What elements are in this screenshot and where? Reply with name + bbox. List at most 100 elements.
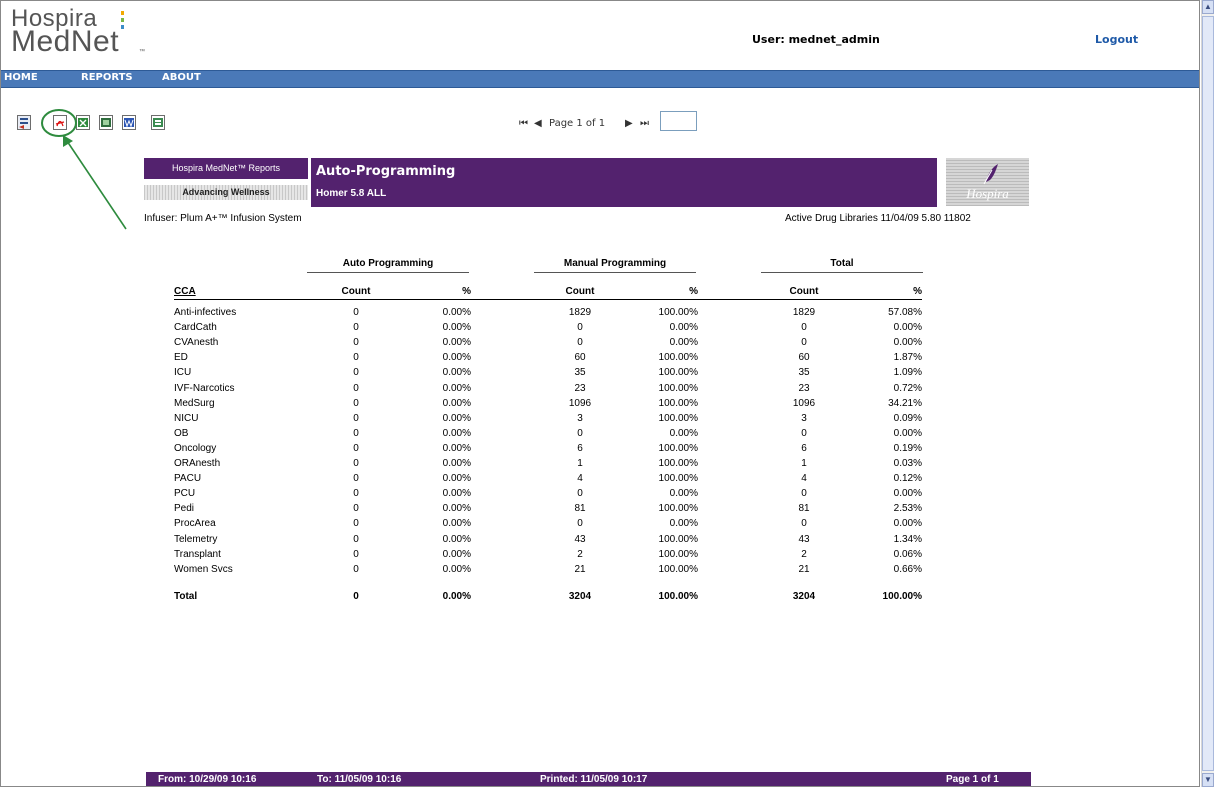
report-title: Auto-Programming xyxy=(316,164,456,179)
total-count: 0 xyxy=(801,428,807,439)
hospira-report-logo: Hospira xyxy=(946,158,1029,206)
group-divider xyxy=(307,272,469,273)
hospira-mednet-logo: Hospira MedNet ™ xyxy=(11,5,161,65)
cca-name: Telemetry xyxy=(174,534,218,545)
first-page-icon[interactable]: ⏮ xyxy=(519,118,528,129)
group-divider xyxy=(761,272,923,273)
group-header-manual: Manual Programming xyxy=(563,258,667,269)
total-count: 0 xyxy=(801,518,807,529)
manual-pct: 0.00% xyxy=(669,428,698,439)
auto-count: 0 xyxy=(353,488,359,499)
total-count: 4 xyxy=(801,473,807,484)
manual-count: 60 xyxy=(574,352,586,363)
auto-pct: 0.00% xyxy=(442,307,471,318)
manual-count: 0 xyxy=(577,428,583,439)
main-nav: HOME REPORTS ABOUT xyxy=(1,70,1199,88)
goto-page-input[interactable] xyxy=(660,111,697,131)
total-count: 6 xyxy=(801,443,807,454)
manual-count: 4 xyxy=(577,473,583,484)
report-tagline: Advancing Wellness xyxy=(144,185,308,200)
manual-count: 35 xyxy=(574,367,586,378)
logout-link[interactable]: Logout xyxy=(1095,33,1138,46)
vertical-scrollbar[interactable]: ▲ ▼ xyxy=(1201,0,1214,787)
auto-count: 0 xyxy=(353,413,359,424)
total-pct: 1.87% xyxy=(893,352,922,363)
report-subtitle: Homer 5.8 ALL xyxy=(316,188,387,199)
nav-about[interactable]: ABOUT xyxy=(162,72,201,83)
total-pct: 57.08% xyxy=(888,307,922,318)
auto-count: 0 xyxy=(353,534,359,545)
total-pct: 0.09% xyxy=(893,413,922,424)
group-divider xyxy=(534,272,696,273)
nav-home[interactable]: HOME xyxy=(4,72,38,83)
manual-count: 81 xyxy=(574,503,586,514)
report-brand-label: Hospira MedNet™ Reports xyxy=(144,158,308,179)
last-page-icon[interactable]: ⏭ xyxy=(640,118,649,129)
col-header-pct: % xyxy=(913,286,922,297)
manual-pct: 100.00% xyxy=(658,443,698,454)
cca-name: IVF-Narcotics xyxy=(174,383,235,394)
total-count: 0 xyxy=(801,337,807,348)
total-count: 0 xyxy=(801,322,807,333)
total-pct: 1.09% xyxy=(893,367,922,378)
total-count: 0 xyxy=(801,488,807,499)
prev-page-icon[interactable]: ◀ xyxy=(534,118,542,129)
excel-icon[interactable] xyxy=(76,115,90,130)
total-count: 35 xyxy=(798,367,810,378)
word-icon[interactable] xyxy=(122,115,136,130)
total-pct: 0.06% xyxy=(893,549,922,560)
scroll-up-icon[interactable]: ▲ xyxy=(1202,0,1214,14)
next-page-icon[interactable]: ▶ xyxy=(625,118,633,129)
manual-count: 23 xyxy=(574,383,586,394)
total-manual-pct: 100.00% xyxy=(658,591,698,602)
auto-pct: 0.00% xyxy=(442,383,471,394)
manual-pct: 100.00% xyxy=(658,549,698,560)
auto-pct: 0.00% xyxy=(442,428,471,439)
total-manual-count: 3204 xyxy=(568,591,592,602)
header-rule xyxy=(174,299,922,300)
auto-pct: 0.00% xyxy=(442,549,471,560)
col-header-pct: % xyxy=(689,286,698,297)
manual-pct: 100.00% xyxy=(658,352,698,363)
export-icon[interactable] xyxy=(17,115,31,130)
current-user-label: User: mednet_admin xyxy=(752,33,880,46)
auto-count: 0 xyxy=(353,352,359,363)
logo-line2: MedNet xyxy=(11,25,120,58)
manual-pct: 0.00% xyxy=(669,322,698,333)
manual-pct: 0.00% xyxy=(669,488,698,499)
auto-pct: 0.00% xyxy=(442,352,471,363)
excel-data-icon[interactable] xyxy=(99,115,113,130)
browser-viewport: Hospira MedNet ™ User: mednet_admin Logo… xyxy=(0,0,1200,787)
arrow-head-icon xyxy=(63,135,73,147)
auto-count: 0 xyxy=(353,307,359,318)
auto-pct: 0.00% xyxy=(442,322,471,333)
manual-pct: 100.00% xyxy=(658,503,698,514)
auto-pct: 0.00% xyxy=(442,473,471,484)
total-pct: 2.53% xyxy=(893,503,922,514)
rtf-icon[interactable] xyxy=(151,115,165,130)
cca-name: CardCath xyxy=(174,322,217,333)
col-header-count: Count xyxy=(565,286,595,297)
cca-name: PACU xyxy=(174,473,202,484)
pdf-icon[interactable] xyxy=(53,115,67,130)
scroll-down-icon[interactable]: ▼ xyxy=(1202,773,1214,787)
auto-count: 0 xyxy=(353,322,359,333)
total-pct: 0.00% xyxy=(893,428,922,439)
auto-count: 0 xyxy=(353,518,359,529)
cca-name: ORAnesth xyxy=(174,458,221,469)
cca-name: MedSurg xyxy=(174,398,215,409)
scroll-thumb[interactable] xyxy=(1202,16,1214,771)
col-header-count: Count xyxy=(789,286,819,297)
manual-count: 0 xyxy=(577,518,583,529)
auto-count: 0 xyxy=(353,473,359,484)
auto-pct: 0.00% xyxy=(442,488,471,499)
manual-pct: 100.00% xyxy=(658,458,698,469)
total-count: 81 xyxy=(798,503,810,514)
cca-name: Anti-infectives xyxy=(174,307,237,318)
manual-pct: 0.00% xyxy=(669,337,698,348)
cca-name: Pedi xyxy=(174,503,195,514)
total-count: 43 xyxy=(798,534,810,545)
col-header-count: Count xyxy=(341,286,371,297)
nav-reports[interactable]: REPORTS xyxy=(81,72,133,83)
manual-count: 43 xyxy=(574,534,586,545)
